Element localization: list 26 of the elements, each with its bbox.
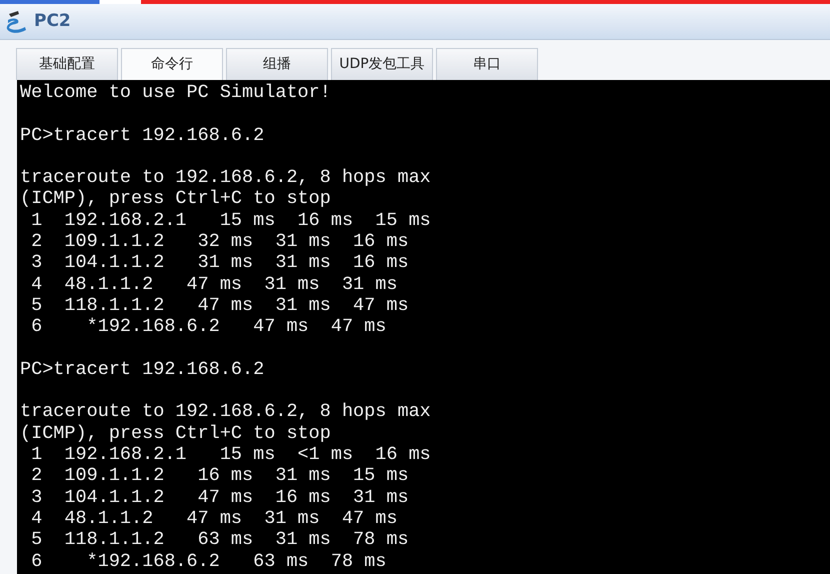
tab[interactable]: 基础配置 [16,48,118,80]
terminal-line: 6 *192.168.6.2 47 ms 47 ms [30,316,386,338]
terminal-line: 5 118.1.1.2 47 ms 31 ms 47 ms [30,294,409,316]
terminal-line: (ICMP), press Ctrl+C to stop [20,422,331,444]
terminal-line: 3 104.1.1.2 47 ms 16 ms 31 ms [30,486,409,508]
terminal-line: traceroute to 192.168.6.2, 8 hops max [20,401,431,423]
terminal-line: 2 109.1.1.2 32 ms 31 ms 16 ms [30,231,409,252]
window-title: PC2 [34,10,71,33]
tab[interactable]: 组播 [226,48,328,80]
terminal-line: 1 192.168.2.1 15 ms 16 ms 15 ms [30,210,431,232]
tab[interactable]: 串口 [436,48,538,80]
terminal-line: 3 104.1.1.2 31 ms 31 ms 16 ms [30,252,409,274]
terminal-line: 4 48.1.1.2 47 ms 31 ms 31 ms [30,274,398,295]
terminal-line: 4 48.1.1.2 47 ms 31 ms 47 ms [30,508,398,530]
terminal-line: traceroute to 192.168.6.2, 8 hops max [20,167,431,188]
terminal-line: 5 118.1.1.2 63 ms 31 ms 78 ms [30,529,409,551]
terminal-line: Welcome to use PC Simulator! [20,82,331,104]
terminal-line: 6 *192.168.6.2 63 ms 78 ms [30,550,386,572]
terminal-line: 2 109.1.1.2 16 ms 31 ms 15 ms [30,465,409,487]
terminal-line: PC>tracert 192.168.6.2 [20,358,264,380]
tab[interactable]: UDP发包工具 [331,48,433,80]
app-icon [6,10,28,34]
terminal-line: 1 192.168.2.1 15 ms <1 ms 16 ms [30,444,431,466]
tab[interactable]: 命令行 [121,48,223,80]
terminal-line: (ICMP), press Ctrl+C to stop [20,188,331,210]
terminal-line: PC>tracert 192.168.6.2 [20,124,264,146]
